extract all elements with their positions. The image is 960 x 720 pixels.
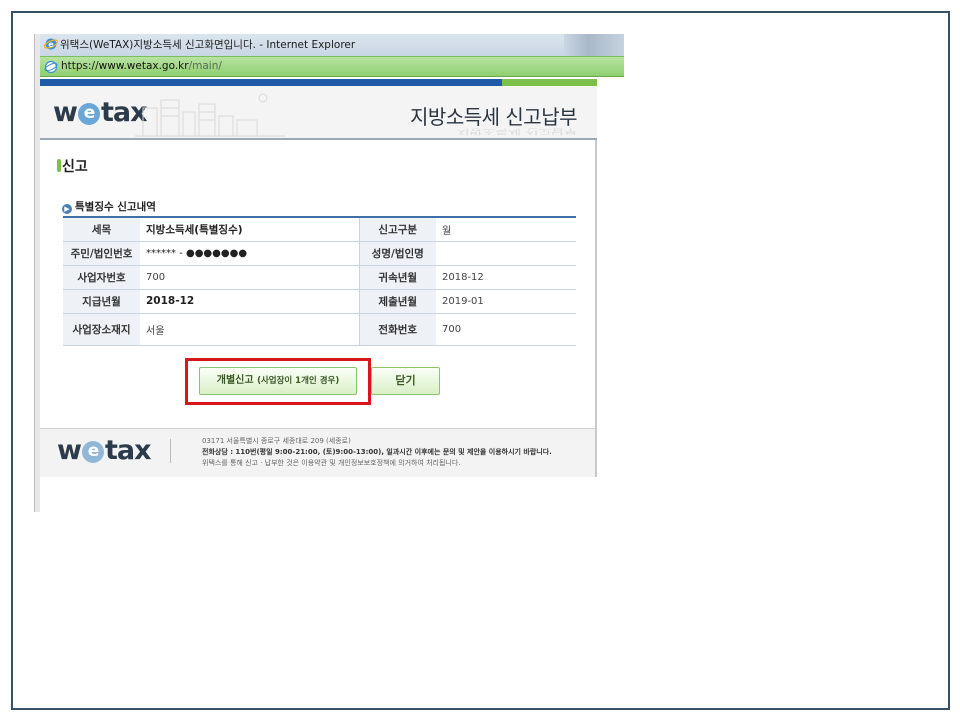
report-info-table: 세목 지방소득세(특별징수) 신고구분 월 주민/법인번호 ****** - ●… (63, 216, 576, 346)
page-icon (44, 60, 58, 74)
value-name (436, 241, 576, 266)
sub-title: ▶ 특별징수 신고내역 (62, 199, 156, 214)
footer-info: 03171 서울특별시 종로구 세종대로 209 (세종로) 전화상담 : 11… (202, 436, 552, 469)
footer-wetax-logo: w e tax (57, 435, 151, 466)
top-stripe-blue (40, 79, 502, 86)
wetax-page: w e tax 지방소득세 신고납부 지방소득세 신고납부 신고 ▶ 특별징수 신고내… (40, 79, 597, 477)
value-tax-item: 지방소득세(특별징수) (140, 217, 359, 242)
value-submission-month: 2019-01 (436, 289, 576, 314)
label-tax-item: 세목 (63, 217, 140, 242)
url-text[interactable]: https://www.wetax.go.kr/main/ (61, 60, 222, 72)
footer-divider (170, 439, 171, 463)
table-row: 사업장소재지 서울 전화번호 700 (63, 313, 576, 346)
site-header: w e tax 지방소득세 신고납부 지방소득세 신고납부 (40, 86, 597, 140)
label-business-address: 사업장소재지 (63, 313, 140, 346)
green-bar-icon (57, 159, 61, 172)
top-stripe-green (502, 79, 597, 86)
footer-address: 03171 서울특별시 종로구 세종대로 209 (세종로) (202, 437, 351, 445)
url-path: /main/ (188, 60, 222, 72)
url-prefix: https:// (61, 60, 99, 72)
close-button[interactable]: 닫기 (371, 367, 440, 395)
footer-phone: 전화상담 : 110번(평일 9:00-21:00, (토)9:00-13:00… (202, 448, 552, 456)
logo-e: e (77, 103, 100, 125)
label-business-number: 사업자번호 (63, 265, 140, 290)
value-phone: 700 (436, 313, 576, 346)
label-resident-number: 주민/법인번호 (63, 241, 140, 266)
window-title: 위택스(WeTAX)지방소득세 신고화면입니다. - Internet Expl… (60, 39, 356, 51)
value-payment-month: 2018-12 (140, 289, 359, 314)
internet-explorer-icon: e (44, 38, 58, 50)
label-phone: 전화번호 (358, 313, 436, 346)
city-skyline-graphic (135, 93, 285, 137)
label-name: 성명/법인명 (358, 241, 436, 266)
url-host: www.wetax.go.kr (98, 60, 189, 72)
site-footer: w e tax 03171 서울특별시 종로구 세종대로 209 (세종로) 전화상… (40, 428, 595, 477)
title-bar-decoration (564, 34, 624, 56)
wetax-logo[interactable]: w e tax (53, 97, 147, 128)
footer-logo-w: w (57, 435, 82, 466)
section-title-text: 신고 (62, 159, 88, 175)
label-payment-month: 지급년월 (63, 289, 140, 314)
top-stripe (40, 79, 597, 86)
section-title: 신고 (57, 156, 88, 176)
footer-notice: 위택스를 통해 신고 · 납부한 것은 이용약관 및 개인정보보호정책에 의거하… (202, 459, 461, 467)
footer-logo-e: e (81, 441, 104, 463)
table-row: 지급년월 2018-12 제출년월 2019-01 (63, 289, 576, 314)
table-row: 세목 지방소득세(특별징수) 신고구분 월 (63, 217, 576, 242)
value-resident-number: ****** - ●●●●●●● (140, 241, 359, 266)
highlight-annotation (185, 358, 371, 405)
logo-w: w (53, 97, 78, 128)
value-business-address: 서울 (140, 313, 359, 346)
svg-text:e: e (48, 40, 54, 49)
service-title: 지방소득세 신고납부 (410, 105, 577, 129)
table-row: 사업자번호 700 귀속년월 2018-12 (63, 265, 576, 290)
address-bar[interactable]: https://www.wetax.go.kr/main/ (40, 56, 624, 77)
browser-title-bar: e 위택스(WeTAX)지방소득세 신고화면입니다. - Internet Ex… (40, 34, 624, 56)
value-business-number: 700 (140, 265, 359, 290)
label-report-type: 신고구분 (358, 217, 436, 242)
sub-title-text: 특별징수 신고내역 (75, 201, 156, 213)
service-title-reflection: 지방소득세 신고납부 (456, 127, 577, 136)
value-report-type: 월 (436, 217, 576, 242)
label-attribution-month: 귀속년월 (358, 265, 436, 290)
table-row: 주민/법인번호 ****** - ●●●●●●● 성명/법인명 (63, 241, 576, 266)
business-number-text: 700 (146, 271, 166, 283)
label-submission-month: 제출년월 (358, 289, 436, 314)
footer-logo-tax: tax (104, 435, 152, 466)
value-attribution-month: 2018-12 (436, 265, 576, 290)
arrow-circle-icon: ▶ (62, 204, 72, 214)
